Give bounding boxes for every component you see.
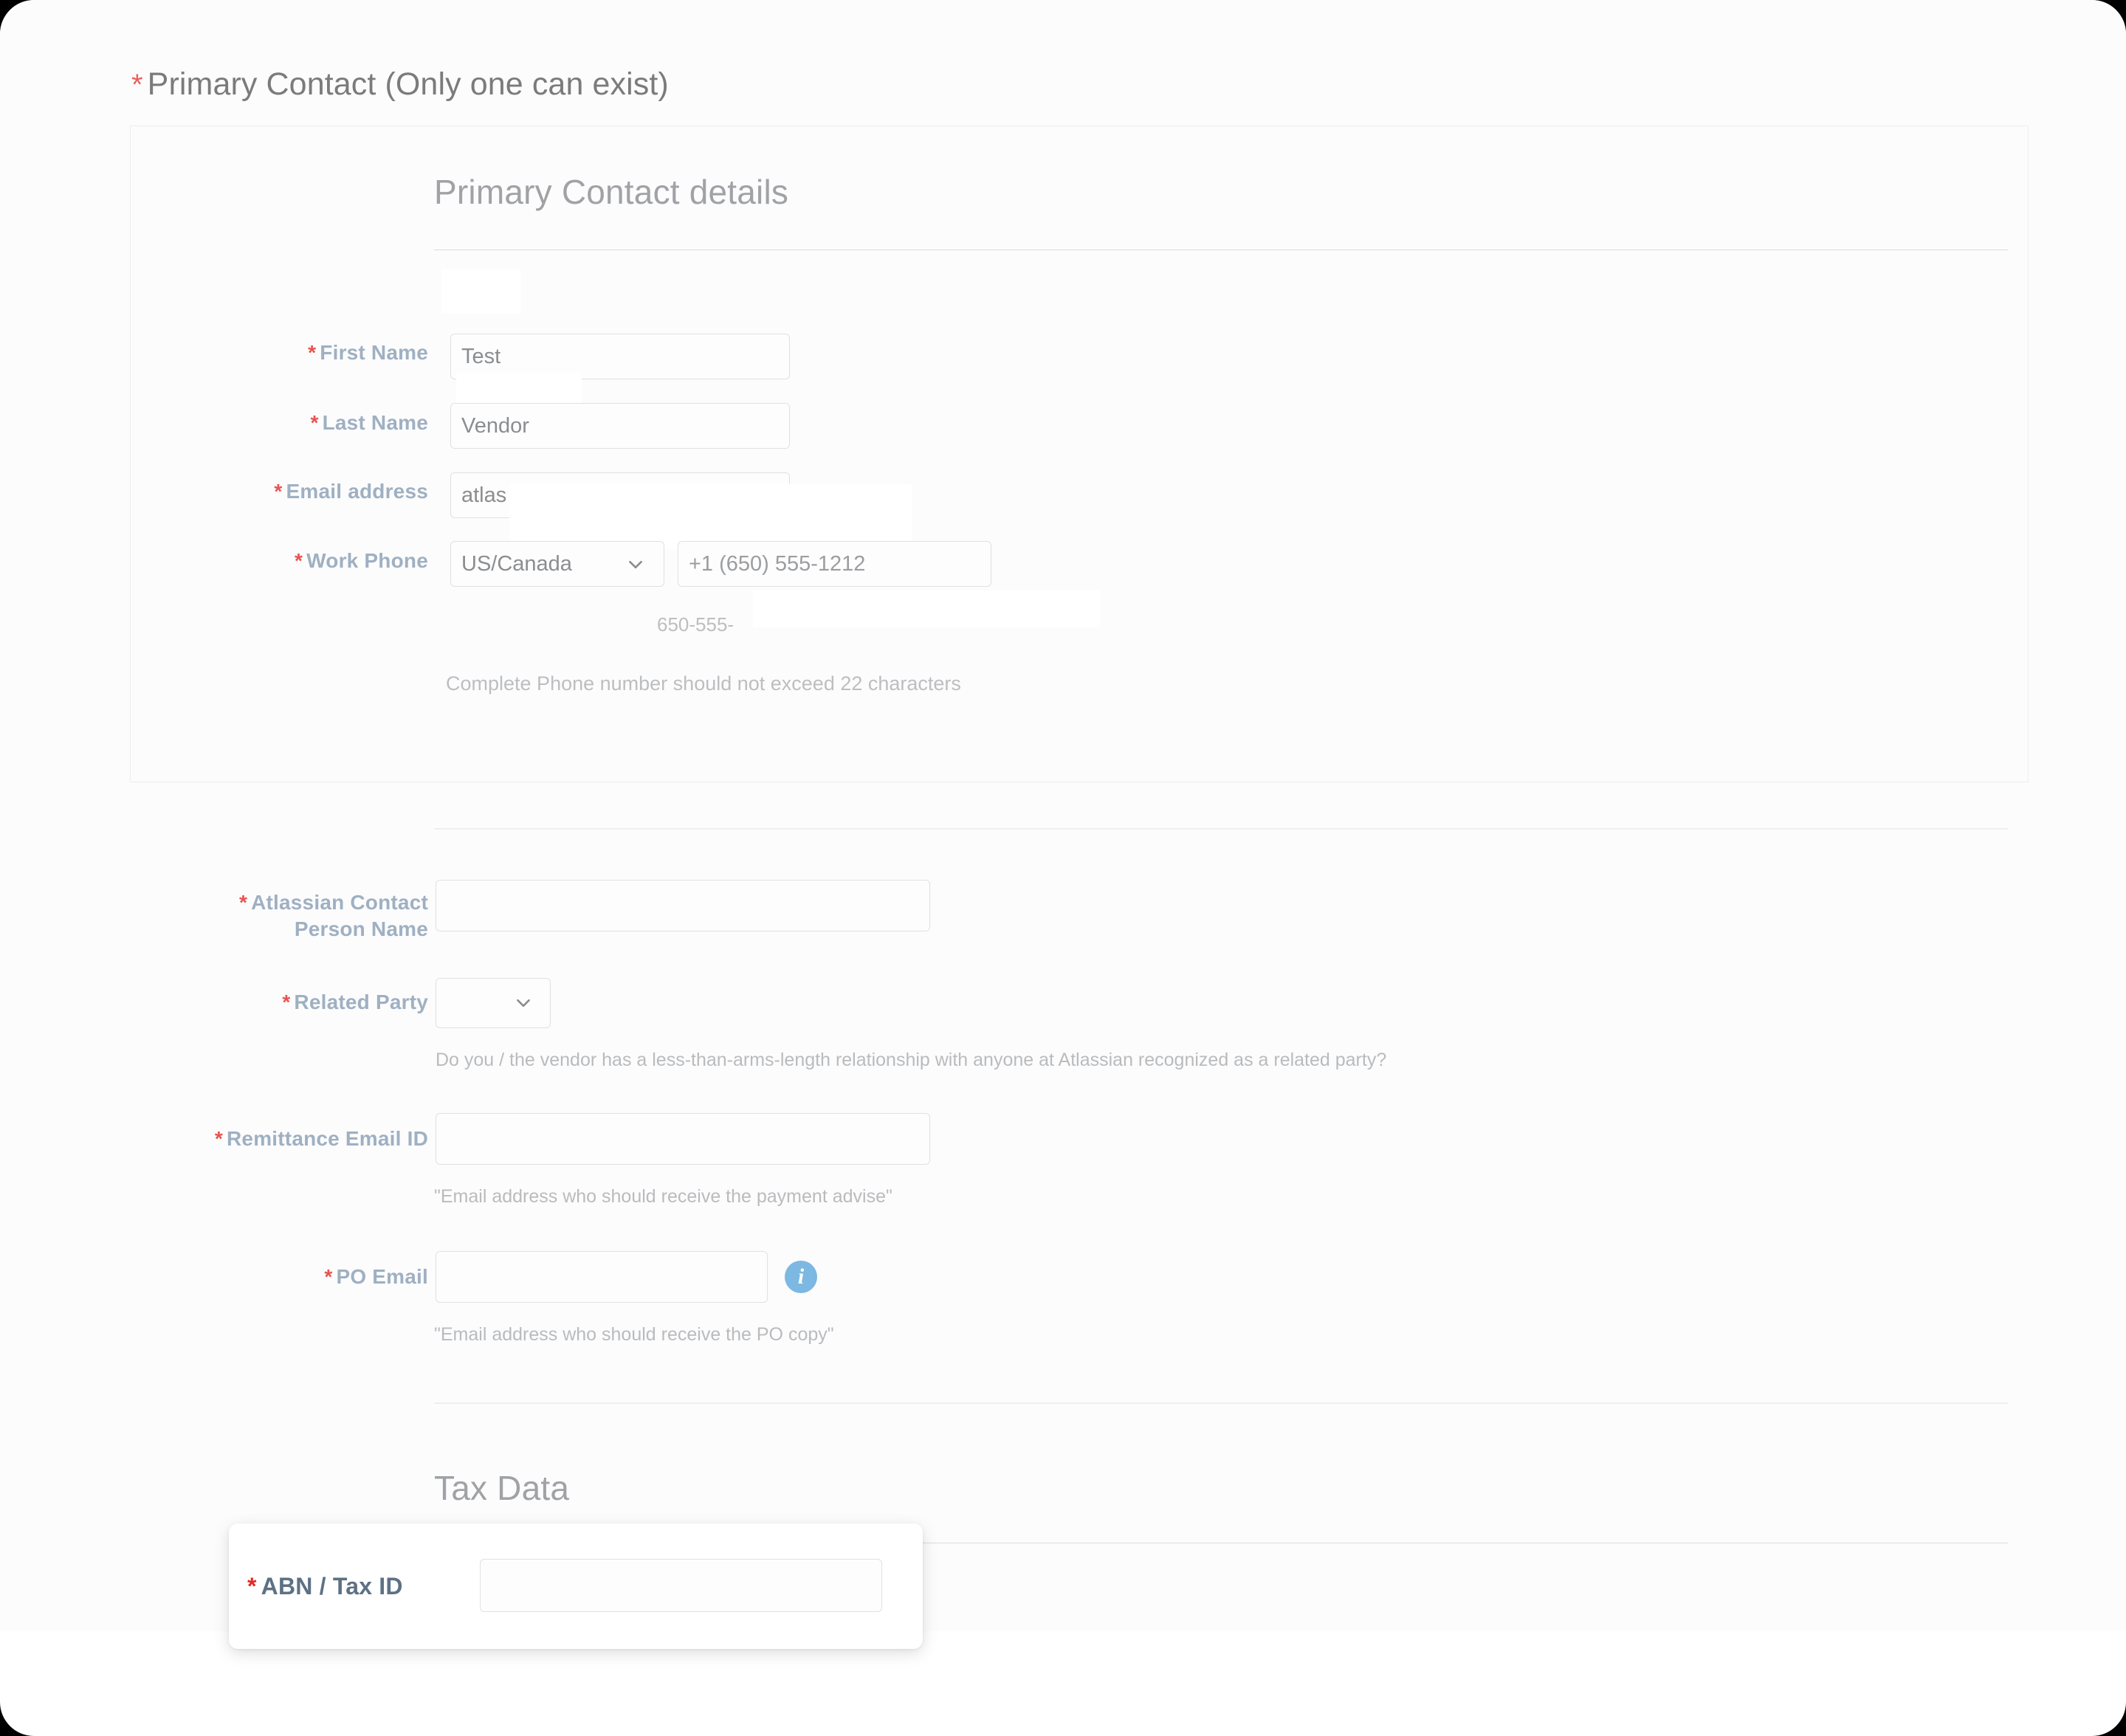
required-asterisk: * — [308, 341, 316, 364]
required-asterisk: * — [215, 1127, 223, 1150]
required-asterisk: * — [324, 1265, 332, 1288]
redaction-mask-avatar — [441, 269, 521, 314]
remittance-email-label-text: Remittance Email ID — [227, 1127, 428, 1150]
remittance-email-input[interactable] — [436, 1113, 930, 1165]
required-asterisk: * — [295, 549, 303, 572]
page-title-text: Primary Contact (Only one can exist) — [148, 66, 669, 102]
atlassian-contact-label-line1: Atlassian Contact — [251, 891, 428, 914]
work-phone-hint: Complete Phone number should not exceed … — [446, 672, 961, 695]
related-party-label-text: Related Party — [294, 991, 428, 1013]
remittance-email-label: *Remittance Email ID — [118, 1126, 428, 1152]
abn-tax-id-label: *ABN / Tax ID — [247, 1571, 403, 1601]
section-divider-1 — [434, 828, 2008, 830]
abn-tax-id-label-text: ABN / Tax ID — [261, 1573, 403, 1599]
po-email-label-text: PO Email — [336, 1265, 428, 1288]
info-icon[interactable]: i — [785, 1261, 817, 1293]
po-email-hint: "Email address who should receive the PO… — [434, 1323, 834, 1346]
section-divider-2 — [434, 1402, 2008, 1404]
required-asterisk: * — [131, 69, 143, 101]
related-party-wrapper[interactable] — [436, 978, 551, 1028]
work-phone-country-select[interactable]: US/Canada — [450, 541, 664, 587]
tax-data-title: Tax Data — [434, 1467, 569, 1509]
remittance-email-hint: "Email address who should receive the pa… — [434, 1185, 892, 1208]
email-address-label-text: Email address — [286, 480, 428, 503]
abn-tax-id-spotlight-card: *ABN / Tax ID — [229, 1523, 923, 1649]
work-phone-example: 650-555- — [657, 613, 734, 636]
required-asterisk: * — [239, 891, 247, 914]
info-icon-glyph: i — [798, 1261, 804, 1293]
required-asterisk: * — [310, 411, 318, 434]
first-name-label: *First Name — [185, 340, 428, 366]
related-party-select[interactable] — [436, 978, 551, 1028]
redaction-mask-phone — [753, 590, 1100, 627]
last-name-input[interactable] — [450, 403, 790, 449]
work-phone-number-input[interactable] — [678, 541, 991, 587]
po-email-input[interactable] — [436, 1251, 768, 1303]
required-asterisk: * — [247, 1573, 257, 1599]
first-name-label-text: First Name — [320, 341, 428, 364]
required-asterisk: * — [282, 991, 290, 1013]
work-phone-label: *Work Phone — [185, 548, 428, 574]
last-name-label-text: Last Name — [323, 411, 428, 434]
redaction-mask-email — [509, 484, 912, 549]
last-name-label: *Last Name — [185, 410, 428, 436]
email-address-label: *Email address — [185, 478, 428, 505]
related-party-label: *Related Party — [185, 989, 428, 1016]
work-phone-country-wrapper[interactable]: US/Canada — [450, 541, 664, 587]
required-asterisk: * — [274, 480, 282, 503]
primary-contact-details-title: Primary Contact details — [434, 171, 788, 213]
related-party-hint: Do you / the vendor has a less-than-arms… — [436, 1048, 1386, 1072]
work-phone-label-text: Work Phone — [306, 549, 428, 572]
atlassian-contact-label-line2: Person Name — [295, 917, 428, 940]
app-window: *Primary Contact (Only one can exist) Pr… — [0, 0, 2126, 1736]
atlassian-contact-person-name-label: *Atlassian Contact Person Name — [133, 889, 428, 943]
abn-tax-id-input[interactable] — [480, 1559, 882, 1612]
po-email-label: *PO Email — [185, 1264, 428, 1290]
primary-contact-panel — [130, 125, 2029, 782]
atlassian-contact-person-name-input[interactable] — [436, 880, 930, 931]
page-title: *Primary Contact (Only one can exist) — [131, 65, 669, 104]
primary-contact-details-rule — [434, 249, 2008, 250]
